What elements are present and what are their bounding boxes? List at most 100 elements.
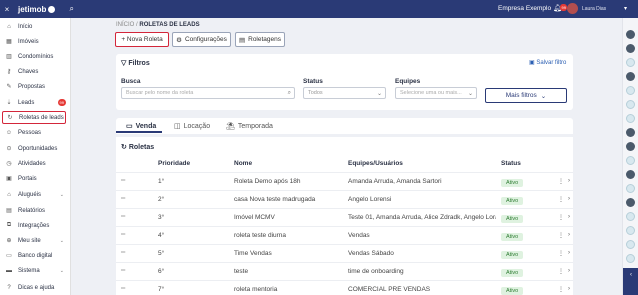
chevron-down-icon: ⌄ (467, 90, 473, 97)
more-filters-button[interactable]: Mais filtros ⌄ (485, 88, 567, 103)
table-row[interactable]: ═ 6° teste time de onboarding Ativo ⋮ › (116, 262, 573, 280)
user-name[interactable]: Laura Dias (582, 6, 606, 12)
more-vertical-icon[interactable]: ⋮ (558, 196, 564, 203)
avatar[interactable] (626, 170, 635, 179)
row-nome: teste (234, 268, 249, 275)
sidebar-item-pessoas[interactable]: ☺ Pessoas (0, 126, 70, 139)
avatar[interactable] (626, 30, 635, 39)
table-row[interactable]: ═ 3° Imóvel MCMV Teste 01, Amanda Arruda… (116, 208, 573, 226)
more-vertical-icon[interactable]: ⋮ (558, 268, 564, 275)
table-row[interactable]: ═ 7° roleta mentoria COMERCIAL PRÉ VENDA… (116, 280, 573, 295)
chevron-right-icon[interactable]: › (568, 178, 570, 184)
sidebar-item-integracoes[interactable]: ⧉ Integrações (0, 219, 70, 232)
chevron-right-icon[interactable]: › (568, 286, 570, 292)
leads-badge: 99 (57, 99, 66, 106)
chevron-right-icon[interactable]: › (568, 232, 570, 238)
table-row[interactable]: ═ 4° roleta teste diurna Vendas Ativo ⋮ … (116, 226, 573, 244)
avatar[interactable] (626, 184, 635, 193)
drag-handle-icon[interactable]: ═ (121, 268, 125, 274)
chevron-down-icon[interactable]: ▾ (624, 5, 627, 12)
sidebar-item-imoveis[interactable]: ▦ Imóveis (0, 35, 70, 48)
sidebar-item-label: Chaves (18, 68, 39, 75)
sidebar-item-roletas[interactable]: ↻ Roletas de leads (2, 111, 66, 124)
roletas-title-label: Roletas (128, 144, 155, 151)
status-select[interactable]: Todos ⌄ (303, 87, 386, 99)
sidebar-item-sistema[interactable]: ▬ Sistema ⌄ (0, 264, 70, 277)
avatar[interactable] (626, 142, 635, 151)
sidebar-item-label: Aluguéis (18, 191, 42, 198)
avatar[interactable] (626, 212, 635, 221)
search-icon[interactable]: ⌕ (69, 4, 73, 14)
more-vertical-icon[interactable]: ⋮ (558, 250, 564, 257)
sidebar-item-condominios[interactable]: ▥ Condomínios (0, 50, 70, 63)
sidebar-item-alugueis[interactable]: ⌂ Aluguéis ⌄ (0, 188, 70, 201)
avatar[interactable] (626, 44, 635, 53)
more-vertical-icon[interactable]: ⋮ (558, 214, 564, 221)
drag-handle-icon[interactable]: ═ (121, 196, 125, 202)
row-prioridade: 6° (158, 268, 165, 275)
condo-icon: ▥ (6, 54, 12, 60)
avatar[interactable] (626, 226, 635, 235)
table-row[interactable]: ═ 5° Time Vendas Vendas Sábado Ativo ⋮ › (116, 244, 573, 262)
tab-venda[interactable]: ▭ Venda (126, 122, 156, 131)
avatar[interactable] (626, 198, 635, 207)
sidebar-item-inicio[interactable]: ⌂ Início (0, 20, 70, 33)
table-row[interactable]: ═ 2° casa Nova teste madrugada Angelo Lo… (116, 190, 573, 208)
chevron-right-icon[interactable]: › (568, 214, 570, 220)
help-icon: ? (7, 284, 11, 291)
avatar[interactable] (626, 86, 635, 95)
chevron-right-icon[interactable]: › (568, 268, 570, 274)
more-vertical-icon[interactable]: ⋮ (558, 178, 564, 185)
avatar[interactable] (626, 156, 635, 165)
tab-temporada[interactable]: ⛱ Temporada (226, 122, 273, 131)
sidebar-item-portais[interactable]: ▣ Portais (0, 172, 70, 185)
chevron-right-icon[interactable]: › (568, 196, 570, 202)
sidebar-item-propostas[interactable]: ✎ Propostas (0, 80, 70, 93)
avatar[interactable] (626, 254, 635, 263)
avatar[interactable] (626, 100, 635, 109)
tab-locacao[interactable]: ◫ Locação (174, 122, 210, 131)
table-row[interactable]: ═ 1° Roleta Demo após 18h Amanda Arruda,… (116, 172, 573, 190)
sidebar-item-chaves[interactable]: ⚷ Chaves (0, 65, 70, 78)
roulette-icon: ↻ (7, 115, 13, 121)
header-prioridade: Prioridade (158, 160, 191, 167)
save-filter-link[interactable]: ▣ Salvar filtro (529, 59, 566, 66)
drag-handle-icon[interactable]: ═ (121, 178, 125, 184)
chevron-down-icon: ⌄ (59, 267, 64, 274)
company-name[interactable]: Empresa Exemplo (498, 5, 551, 12)
more-vertical-icon[interactable]: ⋮ (558, 232, 564, 239)
more-vertical-icon[interactable]: ⋮ (558, 286, 564, 293)
sidebar-item-dicas[interactable]: ? Dicas e ajuda (0, 281, 70, 294)
drag-handle-icon[interactable]: ═ (121, 232, 125, 238)
avatar[interactable] (567, 3, 578, 14)
sidebar-item-atividades[interactable]: ◷ Atividades (0, 157, 70, 170)
sidebar-item-meu-site[interactable]: ⊕ Meu site ⌄ (0, 234, 70, 247)
roletagens-button[interactable]: ▤ Roletagens (235, 32, 285, 47)
drag-handle-icon[interactable]: ═ (121, 286, 125, 292)
drag-handle-icon[interactable]: ═ (121, 214, 125, 220)
row-equipes: Vendas (348, 232, 370, 239)
avatar[interactable] (626, 58, 635, 67)
sidebar-item-relatorios[interactable]: ▤ Relatórios (0, 204, 70, 217)
tab-venda-icon: ▭ (126, 123, 133, 130)
avatar[interactable] (626, 72, 635, 81)
sidebar-item-banco-digital[interactable]: ▭ Banco digital (0, 249, 70, 262)
search-placeholder: Buscar pelo nome da roleta (126, 90, 194, 96)
breadcrumb-home[interactable]: INÍCIO (116, 22, 134, 28)
row-equipes: Teste 01, Amanda Arruda, Alice Zdradk, A… (348, 214, 496, 221)
chevron-right-icon[interactable]: › (568, 250, 570, 256)
avatar[interactable] (626, 114, 635, 123)
close-icon[interactable]: × (0, 5, 14, 14)
integration-icon: ⧉ (6, 222, 12, 228)
chevron-left-icon[interactable]: ‹ (623, 268, 638, 295)
drag-handle-icon[interactable]: ═ (121, 250, 125, 256)
sidebar-item-oportunidades[interactable]: ⊙ Oportunidades (0, 142, 70, 155)
config-button[interactable]: ⚙ Configurações (172, 32, 231, 47)
sidebar-item-leads[interactable]: ⇣ Leads 99 (0, 96, 70, 109)
logo[interactable]: jetimob (18, 5, 56, 14)
avatar[interactable] (626, 128, 635, 137)
new-roleta-button[interactable]: + Nova Roleta (115, 32, 169, 47)
avatar[interactable] (626, 240, 635, 249)
search-input[interactable]: Buscar pelo nome da roleta ⌕ (121, 87, 295, 99)
equipes-select[interactable]: Selecione uma ou mais... ⌄ (395, 87, 477, 99)
